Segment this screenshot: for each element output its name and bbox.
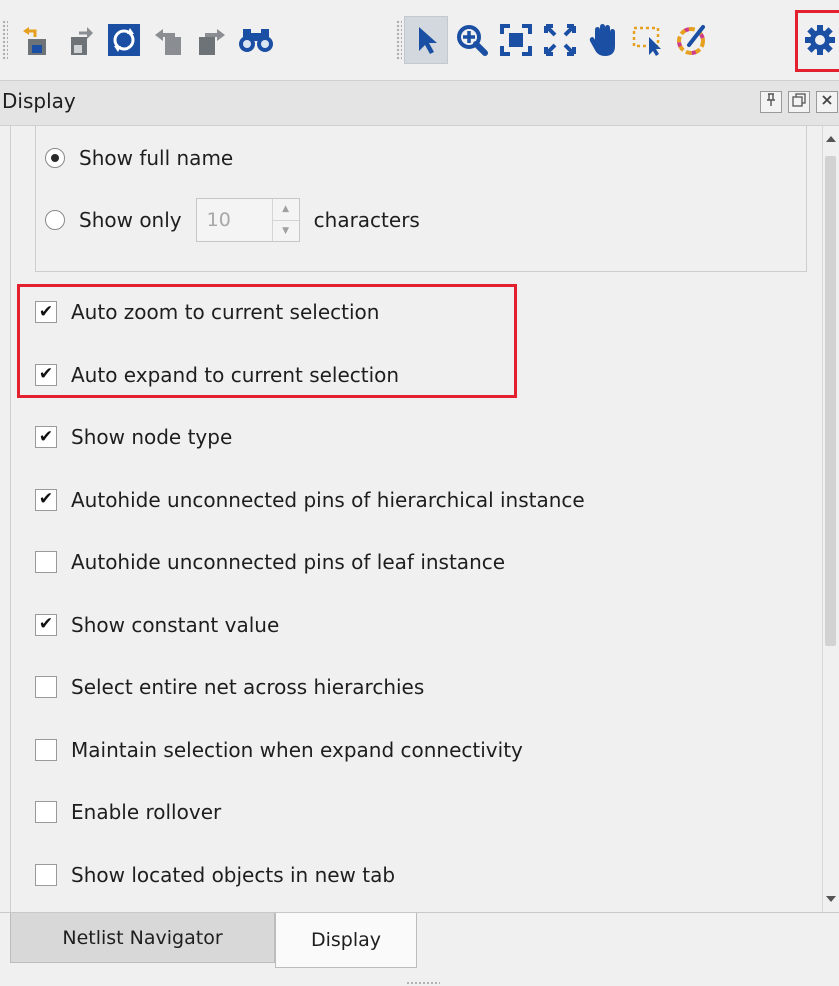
show-full-name-label: Show full name: [79, 146, 234, 170]
option-label: Show located objects in new tab: [71, 862, 396, 887]
characters-spinbox[interactable]: 10 ▲ ▼: [195, 198, 300, 242]
float-icon: [792, 93, 806, 111]
option-maintain-selection[interactable]: Maintain selection when expand connectiv…: [35, 738, 523, 762]
find-button[interactable]: [234, 16, 278, 64]
dock-close-button[interactable]: [816, 91, 838, 113]
option-label: Autohide unconnected pins of leaf instan…: [71, 550, 506, 574]
toolbar-grip[interactable]: [2, 20, 8, 60]
toolbar-grip[interactable]: [396, 20, 402, 60]
pan-button[interactable]: [582, 16, 626, 64]
refresh-icon: [106, 22, 142, 58]
option-label: Auto zoom to current selection: [71, 300, 380, 324]
option-auto-expand[interactable]: ✔ Auto expand to current selection: [35, 363, 399, 387]
back-icon: [151, 23, 185, 57]
scroll-thumb[interactable]: [825, 156, 836, 646]
zoom-in-button[interactable]: [450, 16, 494, 64]
display-options-panel: Show full name Show only 10 ▲ ▼ characte…: [10, 126, 823, 912]
select-tool-button[interactable]: [404, 16, 448, 64]
import-icon: [19, 23, 53, 57]
select-pointer-icon: [411, 24, 441, 56]
back-button[interactable]: [146, 16, 190, 64]
forward-button[interactable]: [190, 16, 234, 64]
option-label: Show node type: [71, 425, 233, 449]
checkbox-checked-icon[interactable]: ✔: [35, 426, 57, 448]
show-full-name-radio[interactable]: [45, 148, 65, 168]
show-only-option[interactable]: Show only 10 ▲ ▼ characters: [45, 198, 420, 242]
zoom-in-icon: [455, 23, 489, 57]
close-icon: [821, 94, 833, 110]
color-button[interactable]: [670, 16, 714, 64]
vertical-scrollbar[interactable]: [822, 126, 839, 912]
fit-window-icon: [543, 23, 577, 57]
spin-arrows: ▲ ▼: [271, 199, 299, 242]
pan-hand-icon: [587, 22, 621, 58]
toolbar: [0, 0, 839, 80]
marquee-select-button[interactable]: [626, 16, 670, 64]
spin-up-icon[interactable]: ▲: [273, 199, 299, 220]
find-binoculars-icon: [238, 25, 274, 55]
option-autohide-hier-pins[interactable]: ✔ Autohide unconnected pins of hierarchic…: [35, 488, 585, 512]
option-label: Show constant value: [71, 612, 280, 637]
option-label: Autohide unconnected pins of hierarchica…: [71, 487, 585, 512]
option-enable-rollover[interactable]: Enable rollover: [35, 800, 221, 824]
pin-icon: [765, 93, 777, 111]
tab-display[interactable]: Display: [275, 913, 417, 968]
checkbox-unchecked-icon[interactable]: [35, 863, 57, 886]
dock-title: Display: [2, 89, 76, 113]
checkbox-checked-icon[interactable]: ✔: [35, 613, 57, 636]
checkbox-unchecked-icon[interactable]: [35, 551, 57, 573]
option-autohide-leaf-pins[interactable]: Autohide unconnected pins of leaf instan…: [35, 550, 505, 574]
fit-selection-icon: [499, 23, 533, 57]
option-show-located-new-tab[interactable]: Show located objects in new tab: [35, 863, 395, 887]
import-button[interactable]: [14, 16, 58, 64]
option-show-constant-value[interactable]: ✔ Show constant value: [35, 613, 279, 637]
dock-tab-bar: Netlist Navigator Display: [0, 912, 839, 986]
option-label: Auto expand to current selection: [71, 362, 400, 387]
dock-title-bar: Display: [0, 80, 839, 126]
option-select-entire-net[interactable]: Select entire net across hierarchies: [35, 675, 424, 699]
export-button[interactable]: [58, 16, 102, 64]
show-full-name-option[interactable]: Show full name: [45, 146, 233, 170]
checkbox-unchecked-icon[interactable]: [35, 676, 57, 698]
option-label: Select entire net across hierarchies: [71, 675, 425, 699]
option-auto-zoom[interactable]: ✔ Auto zoom to current selection: [35, 300, 379, 324]
checkbox-checked-icon[interactable]: ✔: [35, 363, 57, 386]
checkbox-unchecked-icon[interactable]: [35, 738, 57, 761]
show-only-label: Show only: [79, 208, 182, 232]
fit-window-button[interactable]: [538, 16, 582, 64]
scroll-down-icon[interactable]: [826, 896, 836, 902]
option-label: Enable rollover: [71, 800, 222, 824]
checkbox-checked-icon[interactable]: ✔: [35, 488, 57, 511]
tab-netlist-navigator[interactable]: Netlist Navigator: [10, 913, 275, 963]
forward-icon: [195, 23, 229, 57]
checkbox-checked-icon[interactable]: ✔: [35, 301, 57, 323]
show-only-radio[interactable]: [45, 210, 65, 230]
color-palette-icon: [675, 23, 709, 57]
checkbox-unchecked-icon[interactable]: [35, 801, 57, 823]
option-show-node-type[interactable]: ✔ Show node type: [35, 425, 232, 449]
resize-handle[interactable]: [406, 981, 440, 985]
export-icon: [63, 23, 97, 57]
fit-selection-button[interactable]: [494, 16, 538, 64]
spin-down-icon[interactable]: ▼: [272, 219, 299, 242]
characters-value[interactable]: 10: [197, 199, 272, 241]
refresh-button[interactable]: [102, 16, 146, 64]
scroll-up-icon[interactable]: [826, 136, 836, 142]
option-label: Maintain selection when expand connectiv…: [71, 737, 523, 762]
marquee-select-icon: [631, 23, 665, 57]
characters-suffix: characters: [313, 208, 420, 232]
dock-float-button[interactable]: [788, 91, 810, 113]
dock-pin-button[interactable]: [760, 91, 782, 113]
settings-highlight-box: [795, 10, 839, 72]
